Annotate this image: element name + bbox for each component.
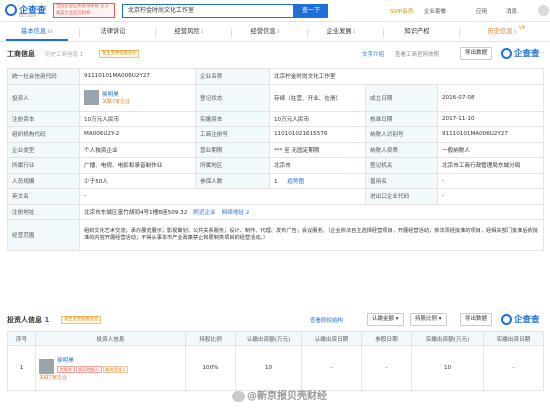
investor-avatar	[84, 90, 99, 105]
col-investor: 投资人信息	[35, 331, 186, 346]
shareholder-monitor-badge[interactable]: 发生变更提醒监控	[61, 316, 102, 324]
biz-reg-value: 110101021615576	[269, 126, 366, 143]
tab-ip[interactable]: 知识产权	[386, 25, 448, 41]
status-value: 存续（在营、开业、在册）	[269, 83, 366, 112]
reg-capital-value: 10万元人民币	[79, 110, 196, 127]
online-address-link[interactable]: 网络地址 2	[222, 210, 250, 216]
import-export-value: -	[437, 188, 544, 205]
english-name-value: -	[79, 188, 366, 205]
org-code-value: MA006U2Y-2	[79, 126, 196, 143]
equity-structure-link[interactable]: 查看股权结构	[310, 316, 343, 324]
company-type-value: 个人独资企业	[79, 141, 196, 158]
nav-packages[interactable]: 企业套餐	[424, 7, 446, 15]
tab-lawsuits[interactable]: 法律诉讼	[82, 25, 144, 41]
user-avatar[interactable]	[538, 5, 549, 16]
weibo-icon	[232, 390, 245, 402]
approval-value: 2017-11-10	[437, 110, 544, 127]
export-button[interactable]: 导出数据	[460, 47, 493, 60]
taxpayer-quality-value: 一般纳税人	[437, 141, 544, 158]
established-value: 2016-07-08	[437, 83, 544, 112]
taxpayer-id-value: 91110101MA006U2Y27	[437, 126, 544, 143]
filter-subscribed[interactable]: 认缴金额 ▾	[367, 313, 404, 326]
tab-basic-info[interactable]: 基本信息16	[6, 25, 68, 41]
paid-capital-value: 10万元人民币	[269, 110, 366, 127]
address-cell: 北京市东城区富竹胡同4号1幢B座509.32 附近企业 网络地址 2	[79, 203, 544, 220]
section-title: 工商信息	[7, 50, 35, 58]
tab-history[interactable]: 历史信息1	[462, 25, 542, 41]
tab-business-info[interactable]: 经营信息3	[234, 25, 296, 41]
main-tabs: 基本信息16 法律诉讼 经营风险1 经营信息3 企业发展1 知识产权 历史信息1	[0, 25, 550, 42]
authority-value: 北京市工商行政管理局东城分局	[437, 157, 544, 174]
shareholder-header: 投资人信息 1 发生变更提醒监控 查看股权结构 认缴金额 ▾ 持股比例 ▾ 导出…	[7, 313, 540, 326]
insured-trend-link[interactable]: 趋势图	[287, 179, 304, 185]
shareholder-related-link[interactable]: 关联7家企业	[39, 374, 182, 381]
col-subscribed[interactable]: 认缴出资额(万元)	[235, 331, 302, 346]
shareholder-name[interactable]: 侯明昊	[39, 356, 182, 364]
tag-controller: 实际控制人	[75, 365, 102, 373]
tag-major: 大股东	[57, 365, 75, 373]
ratio-value: 100%	[185, 345, 236, 391]
insured-value: 1	[274, 178, 278, 185]
promo-badge: 全国企业信用查询系统 官方备案企业征信机构	[53, 3, 115, 18]
shareholder-info-cell: 侯明昊 大股东 实际控制人 最终受益人 关联7家企业	[35, 345, 186, 391]
term-value: *** 至 无固定期限	[269, 141, 366, 158]
vip-tag: VIP	[519, 25, 526, 30]
search-button[interactable]: 查一下	[294, 4, 328, 18]
top-bar: 企查查 Qcc.com 全国企业信用查询系统 官方备案企业征信机构 北京柠金时尚…	[0, 0, 550, 22]
history-link[interactable]: 历史工商信息 1	[45, 50, 83, 58]
related-companies-link[interactable]: 关联7家企业	[102, 98, 130, 105]
table-row: 1 侯明昊 大股东 实际控制人 最终受益人 关联7家企业 100% 10 - - 1…	[7, 345, 544, 391]
scope-cell: 组织文化艺术交流；承办展览展示；影视策划；公共关系服务；设计、制作、代理、发布广…	[79, 219, 544, 251]
shareholder-avatar	[39, 358, 54, 374]
former-name-value: -	[437, 172, 544, 189]
tab-business-risk[interactable]: 经营风险1	[158, 25, 220, 41]
search-input[interactable]: 北京柠金时尚文化工作室	[122, 4, 294, 18]
investor-cell: 侯明昊 关联7家企业	[79, 83, 196, 112]
shareholder-table: 序号 投资人信息 持股比例 认缴出资额(万元) 认缴出资日期 参股日期 实缴出资…	[7, 331, 544, 391]
tab-development[interactable]: 企业发展1	[310, 25, 372, 41]
company-name-value: 北京柠金时尚文化工作室	[269, 68, 544, 85]
insured-cell: 1 趋势图	[269, 172, 366, 189]
scope-value: 组织文化艺术交流；承办展览展示；影视策划；公共关系服务；设计、制作、代理、发布广…	[84, 228, 538, 241]
news-watermark: @新京报贝壳财经	[232, 387, 327, 402]
col-sub-date: 认缴出资日期	[301, 331, 362, 346]
industry-value: 广播、电视、电影和录音制作业	[79, 157, 196, 174]
tag-beneficiary: 最终受益人	[102, 365, 129, 373]
filter-ratio[interactable]: 持股比例 ▾	[410, 313, 447, 326]
address-value: 北京市东城区富竹胡同4号1幢B座509.32	[84, 209, 188, 216]
nav-apps[interactable]: 应用	[476, 7, 487, 15]
business-info-header: 工商信息 历史工商信息 1 发生变更提醒监控 文字介绍 查看工商官网快照 导出数…	[7, 47, 540, 60]
monitor-badge[interactable]: 发生变更提醒监控	[99, 50, 140, 58]
logo-subtext: Qcc.com	[19, 13, 37, 18]
business-info-table: 统一社会信用代码 91110101MA006U2Y27 企业名称 北京柠金时尚文…	[7, 68, 544, 251]
col-ratio[interactable]: 持股比例	[185, 331, 236, 346]
credit-code-value: 91110101MA006U2Y27	[79, 68, 196, 85]
paid-value: 10	[411, 345, 484, 391]
site-logo[interactable]: 企查查 Qcc.com	[5, 3, 49, 19]
col-paid: 实缴出资额(万元)	[411, 331, 484, 346]
nearby-companies-link[interactable]: 附近企业	[193, 210, 215, 216]
subscribed-value: 10	[235, 345, 302, 391]
shareholder-export-button[interactable]: 导出数据	[460, 313, 493, 326]
staff-value: 少于50人	[79, 172, 196, 189]
text-intro-link[interactable]: 文字介绍	[362, 50, 384, 58]
col-paid-date: 实缴出资日期	[483, 331, 544, 346]
region-value: 北京市	[269, 157, 366, 174]
col-join-date: 参股日期	[361, 331, 412, 346]
shareholder-title: 投资人信息 1	[7, 316, 50, 324]
svip-link[interactable]: SVIP会员	[390, 7, 413, 15]
nav-messages[interactable]: 消息	[506, 7, 517, 15]
logo-icon	[5, 4, 17, 16]
col-index: 序号	[7, 331, 36, 346]
official-snapshot-link[interactable]: 查看工商官网快照	[395, 50, 439, 58]
